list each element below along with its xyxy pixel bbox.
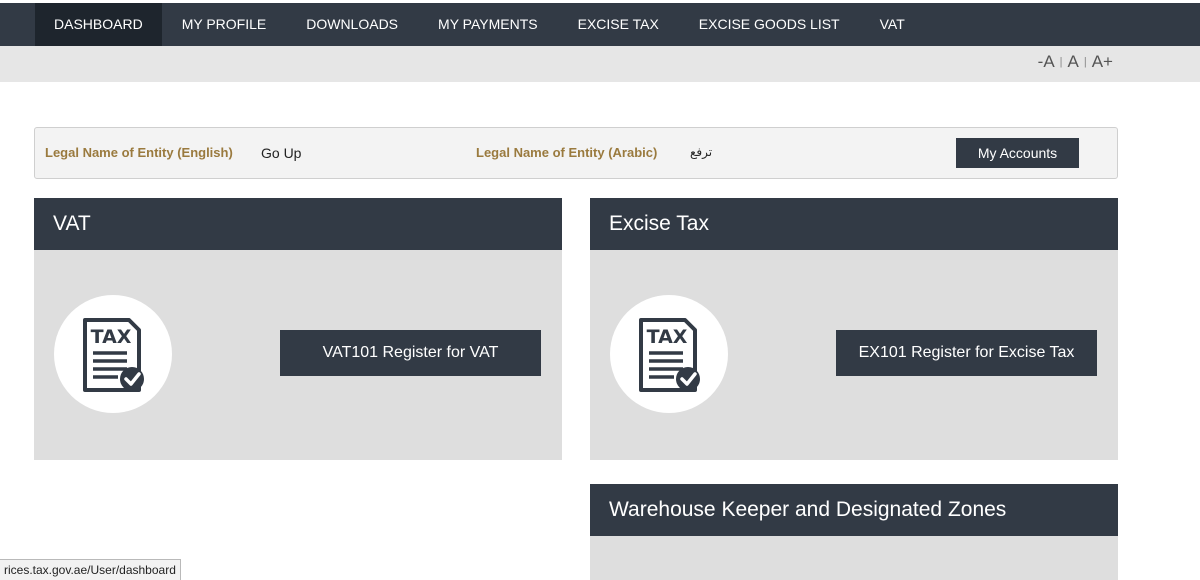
font-reset-button[interactable]: A <box>1064 52 1083 72</box>
nav-downloads[interactable]: DOWNLOADS <box>286 3 418 46</box>
entity-arabic-value: ترفع <box>690 145 713 159</box>
ex101-register-button[interactable]: EX101 Register for Excise Tax <box>836 330 1097 376</box>
my-accounts-button[interactable]: My Accounts <box>956 138 1079 168</box>
warehouse-card-title: Warehouse Keeper and Designated Zones <box>590 484 1118 536</box>
font-size-controls: -A | A | A+ <box>1034 52 1117 72</box>
entity-english-value: Go Up <box>261 145 302 161</box>
nav-vat[interactable]: VAT <box>860 3 925 46</box>
entity-arabic-label: Legal Name of Entity (Arabic) <box>476 145 658 160</box>
vat-card: VAT TAX VAT101 Register for VAT <box>34 198 562 460</box>
font-increase-button[interactable]: A+ <box>1088 52 1117 72</box>
warehouse-card: Warehouse Keeper and Designated Zones <box>590 484 1118 580</box>
nav-my-profile[interactable]: MY PROFILE <box>162 3 287 46</box>
tax-icon-text: TAX <box>647 326 688 348</box>
font-decrease-button[interactable]: -A <box>1034 52 1059 72</box>
top-nav: DASHBOARD MY PROFILE DOWNLOADS MY PAYMEN… <box>0 3 1200 46</box>
excise-tax-card-title: Excise Tax <box>590 198 1118 250</box>
font-size-bar: -A | A | A+ <box>0 46 1200 82</box>
vat-icon-circle: TAX <box>54 295 172 413</box>
excise-tax-card: Excise Tax TAX EX101 Register for Excise… <box>590 198 1118 460</box>
nav-excise-tax[interactable]: EXCISE TAX <box>558 3 679 46</box>
nav-dashboard[interactable]: DASHBOARD <box>35 3 162 46</box>
excise-icon-circle: TAX <box>610 295 728 413</box>
nav-my-payments[interactable]: MY PAYMENTS <box>418 3 558 46</box>
entity-info-bar: Legal Name of Entity (English) Go Up Leg… <box>34 127 1118 179</box>
tax-document-icon: TAX <box>83 318 144 392</box>
browser-status-url: rices.tax.gov.ae/User/dashboard <box>0 559 181 580</box>
tax-document-icon: TAX <box>639 318 700 392</box>
vat101-register-button[interactable]: VAT101 Register for VAT <box>280 330 541 376</box>
nav-excise-goods-list[interactable]: EXCISE GOODS LIST <box>679 3 860 46</box>
vat-card-title: VAT <box>34 198 562 250</box>
entity-english-label: Legal Name of Entity (English) <box>45 145 233 160</box>
tax-icon-text: TAX <box>91 326 132 348</box>
